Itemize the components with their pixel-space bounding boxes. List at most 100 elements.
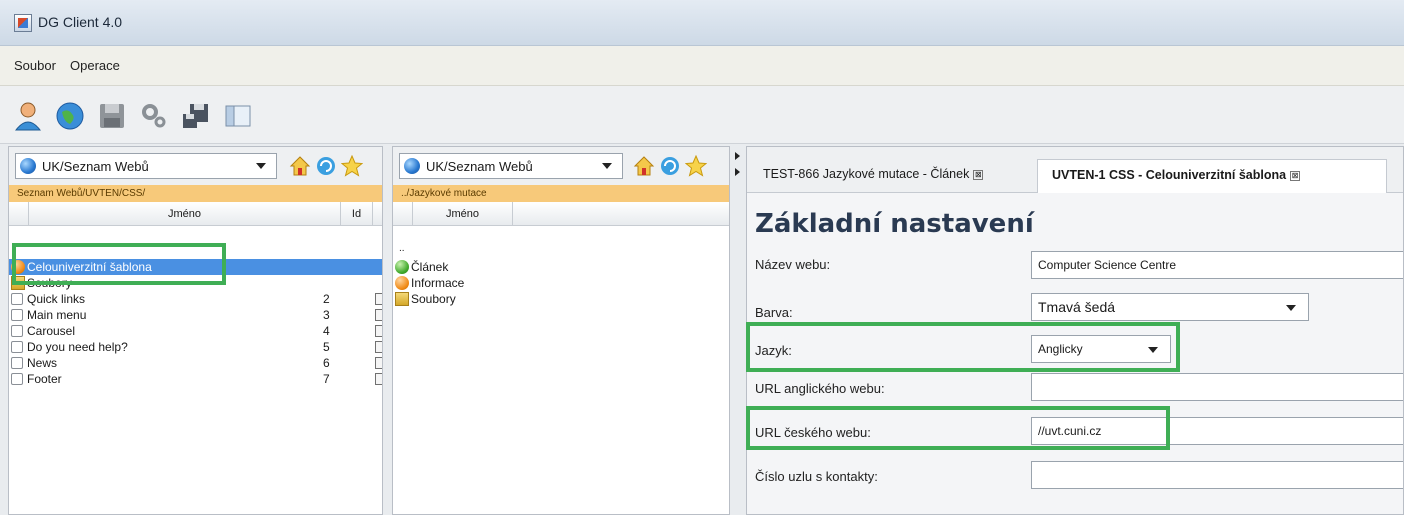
item-id: 4 <box>323 324 330 338</box>
tab-label: TEST-866 Jazykové mutace - Článek <box>763 167 970 181</box>
field-label: Barva: <box>755 305 793 320</box>
refresh-icon[interactable] <box>315 155 337 177</box>
item-name: Do you need help? <box>27 340 128 354</box>
link-icon <box>11 293 23 305</box>
item-name: Článek <box>411 260 449 274</box>
row-checkbox[interactable] <box>375 309 382 321</box>
language-select[interactable]: Anglicky <box>1031 335 1171 363</box>
item-id: 7 <box>323 372 330 386</box>
chevron-down-icon <box>256 163 266 169</box>
middle-pane: UK/Seznam Webů ../Jazykové mutace Jméno … <box>392 146 730 515</box>
tab-uvten-1[interactable]: UVTEN-1 CSS - Celouniverzitní šablona ⊠ <box>1037 159 1387 193</box>
form-title: Základní nastavení <box>755 209 1034 239</box>
column-jmeno[interactable]: Jméno <box>413 202 513 226</box>
item-name: Carousel <box>27 324 76 338</box>
left-pane-header: UK/Seznam Webů <box>9 147 382 185</box>
parent-link: .. <box>399 243 405 254</box>
title-bar: DG Client 4.0 <box>0 0 1404 46</box>
row-checkbox[interactable] <box>375 357 382 369</box>
app-icon <box>14 14 32 32</box>
globe-icon[interactable] <box>54 100 86 132</box>
item-name: Footer <box>27 372 62 386</box>
item-name: Soubory <box>411 292 456 306</box>
czech-url-field[interactable]: //uvt.cuni.cz <box>1031 417 1403 445</box>
contact-node-field[interactable] <box>1031 461 1403 489</box>
site-name-field[interactable]: Computer Science Centre <box>1031 251 1403 279</box>
color-select-value: Tmavá šedá <box>1038 299 1116 315</box>
save-icon[interactable] <box>96 100 128 132</box>
menu-bar: Soubor Operace <box>0 46 1404 86</box>
left-pane: UK/Seznam Webů Seznam Webů/UVTEN/CSS/ Jm… <box>8 146 383 515</box>
chevron-down-icon <box>1148 347 1158 353</box>
item-name: News <box>27 356 58 370</box>
list-item[interactable]: Celouniverzitní šablona <box>9 259 382 275</box>
parent-item[interactable]: .. <box>393 241 729 257</box>
green-dot-icon <box>395 260 409 274</box>
star-icon[interactable] <box>684 154 708 177</box>
window-icon[interactable] <box>222 100 254 132</box>
header-spacer <box>9 202 29 226</box>
item-name: Soubory <box>27 276 72 290</box>
table-row[interactable]: Carousel 4 <box>9 323 382 339</box>
row-checkbox[interactable] <box>375 373 382 385</box>
item-id: 6 <box>323 356 330 370</box>
link-icon <box>11 357 23 369</box>
row-checkbox[interactable] <box>375 293 382 305</box>
link-icon <box>11 373 23 385</box>
refresh-icon[interactable] <box>659 155 681 177</box>
close-icon[interactable]: ⊠ <box>1290 170 1301 181</box>
list-item[interactable]: Článek <box>393 259 729 275</box>
home-icon[interactable] <box>289 155 311 177</box>
menu-soubor[interactable]: Soubor <box>14 58 56 73</box>
row-checkbox[interactable] <box>375 325 382 337</box>
row-checkbox[interactable] <box>375 341 382 353</box>
table-row[interactable]: Footer 7 <box>9 371 382 387</box>
site-combo[interactable]: UK/Seznam Webů <box>399 153 623 179</box>
toolbar <box>0 86 1404 144</box>
color-select[interactable]: Tmavá šedá <box>1031 293 1309 321</box>
globe-icon <box>404 158 420 174</box>
breadcrumb-path: Seznam Webů/UVTEN/CSS/ <box>9 185 382 202</box>
item-id: 2 <box>323 292 330 306</box>
chevron-down-icon <box>1286 305 1296 311</box>
table-row[interactable]: Main menu 3 <box>9 307 382 323</box>
menu-operace[interactable]: Operace <box>70 58 120 73</box>
middle-pane-header: UK/Seznam Webů <box>393 147 729 185</box>
item-id: 3 <box>323 308 330 322</box>
english-url-field[interactable] <box>1031 373 1403 401</box>
home-icon[interactable] <box>633 155 655 177</box>
globe-icon <box>20 158 36 174</box>
item-name: Main menu <box>27 308 87 322</box>
user-icon[interactable] <box>12 100 44 132</box>
table-row[interactable]: Do you need help? 5 <box>9 339 382 355</box>
window-title: DG Client 4.0 <box>38 14 123 30</box>
item-id: 5 <box>323 340 330 354</box>
table-row[interactable]: Quick links 2 <box>9 291 382 307</box>
network-save-icon[interactable] <box>180 100 212 132</box>
folder-icon <box>11 276 25 290</box>
field-label: URL českého webu: <box>755 425 871 440</box>
site-combo-value: UK/Seznam Webů <box>42 159 149 174</box>
column-id[interactable]: Id <box>341 202 373 226</box>
breadcrumb-path: ../Jazykové mutace <box>393 185 729 202</box>
language-select-value: Anglicky <box>1038 342 1083 356</box>
site-combo[interactable]: UK/Seznam Webů <box>15 153 277 179</box>
field-label: URL anglického webu: <box>755 381 885 396</box>
table-row[interactable]: News 6 <box>9 355 382 371</box>
splitter-grip[interactable] <box>734 150 742 178</box>
list-item[interactable]: Soubory <box>393 291 729 307</box>
settings-icon[interactable] <box>138 100 170 132</box>
column-jmeno[interactable]: Jméno <box>29 202 341 226</box>
orange-dot-icon <box>395 276 409 290</box>
list-item[interactable]: Soubory <box>9 275 382 291</box>
table-header: Jméno Id <box>9 202 382 226</box>
field-label: Jazyk: <box>755 343 792 358</box>
site-combo-value: UK/Seznam Webů <box>426 159 533 174</box>
tab-test-866[interactable]: TEST-866 Jazykové mutace - Článek ⊠ <box>749 159 1031 193</box>
star-icon[interactable] <box>340 154 364 177</box>
close-icon[interactable]: ⊠ <box>973 169 984 180</box>
tab-bar: TEST-866 Jazykové mutace - Článek ⊠ UVTEN… <box>747 147 1403 193</box>
item-name: Celouniverzitní šablona <box>27 260 152 274</box>
item-name: Quick links <box>27 292 86 306</box>
list-item[interactable]: Informace <box>393 275 729 291</box>
